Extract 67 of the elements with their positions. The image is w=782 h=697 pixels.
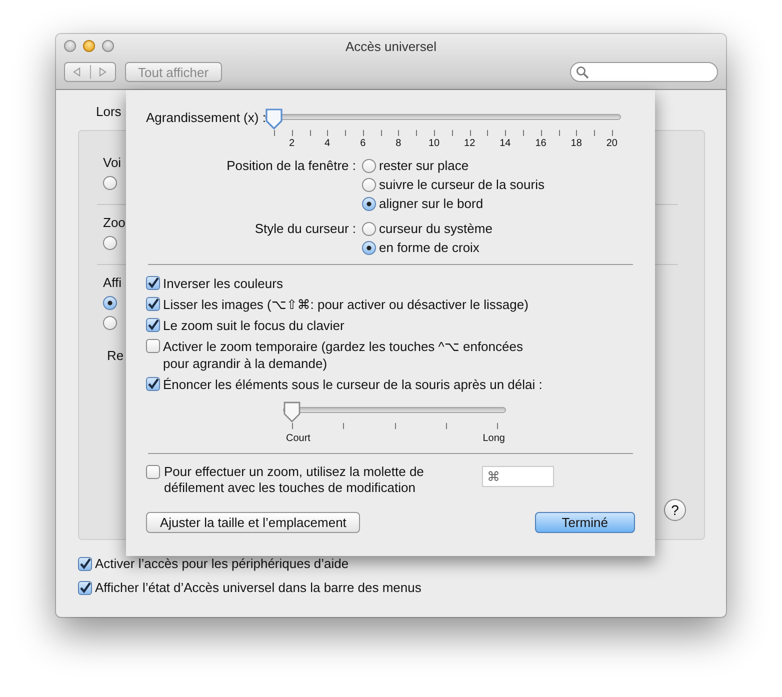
checkbox[interactable] xyxy=(146,465,160,479)
option-label: Position de la fenêtre : xyxy=(226,158,356,175)
checkbox[interactable] xyxy=(146,377,160,391)
section-label: Affi xyxy=(103,275,122,290)
help-button[interactable]: ? xyxy=(664,499,686,521)
minimize-button[interactable] xyxy=(83,40,95,52)
radio-button[interactable] xyxy=(103,176,117,190)
contrast-label: Re xyxy=(107,348,124,363)
slider-min-label: Court xyxy=(286,433,310,444)
back-forward-control[interactable] xyxy=(64,62,116,82)
tick-label: 2 xyxy=(288,138,294,149)
radio-button[interactable] xyxy=(362,178,376,192)
radio-button[interactable] xyxy=(362,222,376,236)
tick-label: 10 xyxy=(428,138,440,149)
close-button[interactable] xyxy=(64,40,76,52)
tick-label: 8 xyxy=(396,138,402,149)
radio-button[interactable] xyxy=(362,158,376,172)
checkbox[interactable] xyxy=(78,557,92,571)
checkbox[interactable] xyxy=(146,339,160,353)
radio-button[interactable] xyxy=(362,196,376,210)
slider-thumb[interactable] xyxy=(264,108,283,130)
radio-label: en forme de croix xyxy=(379,240,480,255)
checkbox-label: Énoncer les éléments sous le curseur de la souris après un délai : xyxy=(163,376,542,393)
option-label: Style du curseur : xyxy=(254,221,356,238)
checkbox[interactable] xyxy=(78,581,92,595)
radio-label: curseur du système xyxy=(379,221,492,236)
intro-text: Lors xyxy=(96,104,122,121)
section-label: Voi xyxy=(103,155,122,170)
delay-slider[interactable] xyxy=(283,401,506,423)
search-field[interactable] xyxy=(570,62,718,82)
section-label: Zoo xyxy=(103,215,126,230)
tick-label: 6 xyxy=(360,138,366,149)
tick-label: 4 xyxy=(324,138,330,149)
checkbox[interactable] xyxy=(146,297,160,311)
tick-label: 12 xyxy=(464,138,476,149)
tick-label: 20 xyxy=(606,138,618,149)
checkbox-label: Afficher l’état d’Accès universel dans la barre des menus xyxy=(95,580,422,595)
checkbox-label: Lisser les images (⌥⇧⌘: pour activer ou désactiver le lissage) xyxy=(163,296,528,313)
adjust-button[interactable]: Ajuster la taille et l’emplacement xyxy=(146,512,360,533)
checkbox-label: Activer l’accès pour les périphériques d’aide xyxy=(95,556,349,571)
tick-label: 18 xyxy=(570,138,582,149)
slider-max-label: Long xyxy=(482,433,505,444)
checkbox[interactable] xyxy=(146,318,160,332)
slider-thumb[interactable] xyxy=(283,401,301,423)
radio-button[interactable] xyxy=(103,236,117,250)
radio-label: suivre le curseur de la souris xyxy=(379,177,544,192)
window-title: Accès universel xyxy=(345,38,437,54)
search-icon xyxy=(576,66,589,78)
modifier-key-field[interactable]: ⌘ xyxy=(482,466,554,487)
checkbox-label: Le zoom suit le focus du clavier xyxy=(163,317,344,334)
tick-label: 14 xyxy=(500,138,511,149)
radio-label: aligner sur le bord xyxy=(379,196,484,211)
forward-icon xyxy=(98,67,108,77)
checkbox[interactable] xyxy=(146,276,160,290)
radio-button[interactable] xyxy=(103,316,117,330)
tick-label: 16 xyxy=(535,138,546,149)
checkbox-label: Pour effectuer un zoom, utilisez la molette de défilement avec les touches de modification xyxy=(164,464,425,496)
checkbox-label: Activer le zoom temporaire (gardez les touches ^⌥ enfoncées pour agrandir à la demande) xyxy=(163,338,524,372)
done-button[interactable]: Terminé xyxy=(534,512,635,533)
slider-label: Agrandissement (x) : xyxy=(146,109,266,125)
zoom-button[interactable] xyxy=(102,40,114,52)
radio-button[interactable] xyxy=(362,240,376,254)
back-icon xyxy=(72,67,82,77)
radio-button[interactable] xyxy=(103,296,117,310)
radio-label: rester sur place xyxy=(379,158,469,173)
checkbox-label: Inverser les couleurs xyxy=(163,275,283,292)
magnification-slider[interactable] xyxy=(264,108,621,130)
